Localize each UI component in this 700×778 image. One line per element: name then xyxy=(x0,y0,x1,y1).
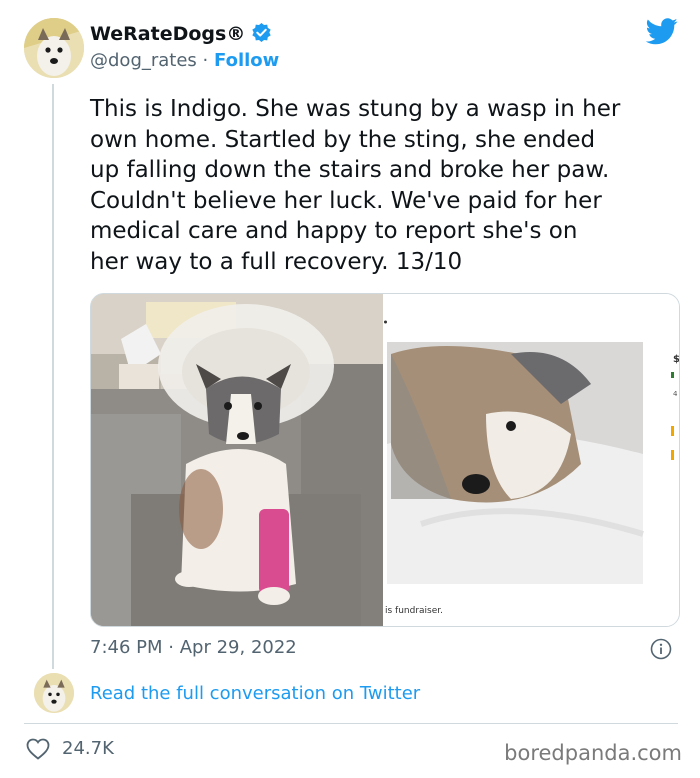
screenshot-price-glyph: $ xyxy=(673,354,680,365)
tweet-text: This is Indigo. She was stung by a wasp … xyxy=(90,96,621,275)
display-name[interactable]: WeRateDogs® xyxy=(90,23,245,45)
handle[interactable]: @dog_rates xyxy=(90,50,197,71)
tweet-date: Apr 29, 2022 xyxy=(179,637,297,658)
divider xyxy=(24,723,678,724)
tweet-media[interactable]: $ 4 is fundraiser. xyxy=(90,293,680,627)
meta-separator: · xyxy=(168,637,174,658)
info-icon[interactable] xyxy=(650,638,672,664)
display-name-row[interactable]: WeRateDogs® xyxy=(90,22,272,48)
screenshot-small-number: 4 xyxy=(673,390,678,398)
handle-row: @dog_rates · Follow xyxy=(90,50,279,71)
tweet-time: 7:46 PM xyxy=(90,637,163,658)
follow-button[interactable]: Follow xyxy=(214,50,279,71)
photo-dog-cone[interactable] xyxy=(91,294,383,626)
conversation-avatar[interactable] xyxy=(34,673,74,713)
avatar[interactable] xyxy=(24,18,84,78)
watermark: boredpanda.com xyxy=(504,741,682,765)
read-conversation-link[interactable]: Read the full conversation on Twitter xyxy=(90,683,420,704)
photo-dog-bed-screenshot[interactable] xyxy=(384,294,679,626)
twitter-bird-icon[interactable] xyxy=(645,18,678,49)
heart-icon[interactable] xyxy=(26,738,50,764)
screenshot-caption: is fundraiser. xyxy=(385,606,444,616)
verified-badge-icon xyxy=(251,22,272,48)
handle-separator: · xyxy=(202,50,209,71)
like-count[interactable]: 24.7K xyxy=(62,738,114,759)
thread-line xyxy=(52,84,54,669)
tweet-timestamp[interactable]: 7:46 PM · Apr 29, 2022 xyxy=(90,637,297,658)
